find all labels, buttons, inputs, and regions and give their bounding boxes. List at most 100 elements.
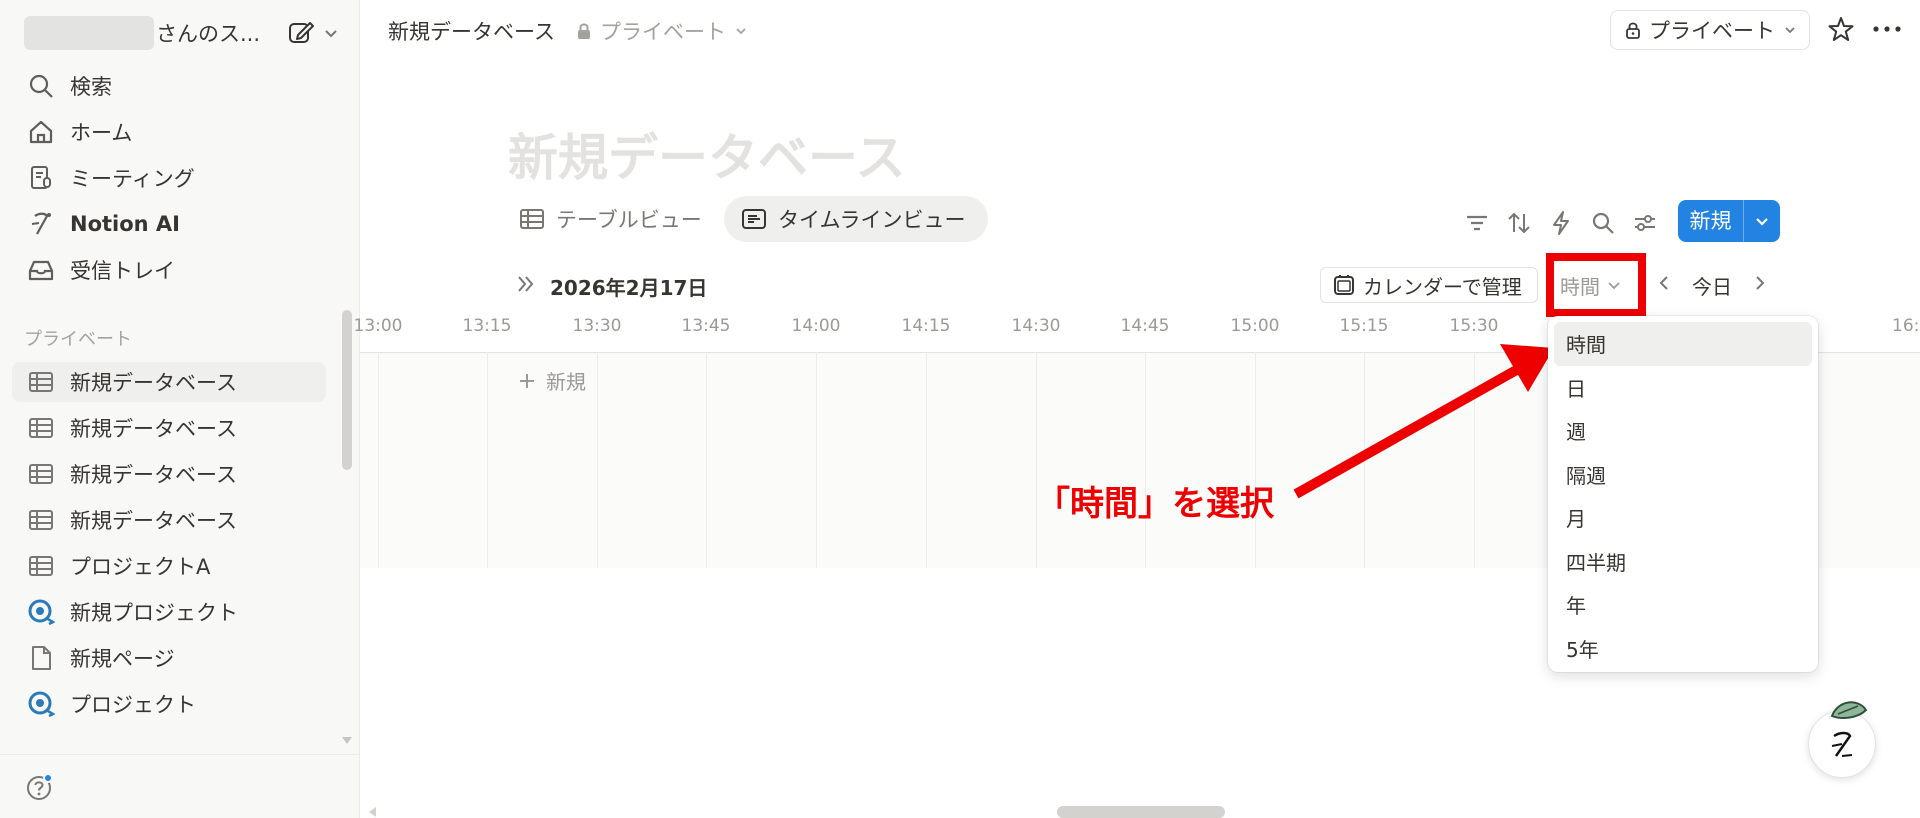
new-button-label: 新規 [1678, 200, 1744, 242]
more-options-icon[interactable] [1872, 16, 1902, 42]
grid-line [706, 352, 707, 568]
sidebar-footer [0, 754, 359, 818]
sort-icon[interactable] [1506, 210, 1532, 236]
scroll-left-icon[interactable] [366, 806, 378, 818]
tab-table-view[interactable]: テーブルビュー [502, 196, 720, 242]
breadcrumb-page-title[interactable]: 新規データベース [388, 16, 555, 46]
sidebar-item-label: ミーティング [70, 167, 195, 191]
zoom-option-biweekly[interactable]: 隔週 [1554, 453, 1812, 497]
breadcrumb-visibility[interactable]: プライベート [576, 16, 748, 46]
chevron-right-icon[interactable] [1752, 274, 1768, 292]
timeline-zoom-select[interactable]: 時間 [1546, 253, 1646, 317]
time-tick: 14:15 [901, 316, 951, 336]
zoom-dropdown-menu: 時間 日 週 隔週 月 四半期 年 5年 [1548, 316, 1818, 672]
chevron-left-icon[interactable] [1656, 274, 1672, 292]
page-icon [26, 643, 56, 673]
chevron-down-icon [736, 28, 746, 35]
zoom-option-day[interactable]: 日 [1554, 366, 1812, 410]
zoom-option-week[interactable]: 週 [1554, 409, 1812, 453]
horizontal-scrollbar[interactable] [1057, 806, 1225, 818]
zoom-option-year[interactable]: 年 [1554, 583, 1812, 627]
timeline-date: 2026年2月17日 [550, 276, 708, 300]
share-visibility-button[interactable]: プライベート [1610, 10, 1810, 50]
chevron-down-icon[interactable] [322, 24, 340, 42]
tab-timeline-view[interactable]: タイムラインビュー [724, 196, 988, 242]
new-page-icon[interactable] [286, 18, 316, 48]
zoom-option-month[interactable]: 月 [1554, 496, 1812, 540]
today-button[interactable]: 今日 [1692, 271, 1732, 300]
time-tick: 13:15 [462, 316, 512, 336]
time-tick: 13:30 [572, 316, 622, 336]
scroll-down-icon[interactable] [341, 736, 353, 746]
grid-line [487, 352, 488, 568]
add-new-item-button[interactable]: 新規 [518, 366, 586, 395]
sidebar-page-new-database-4[interactable]: 新規データベース [12, 500, 326, 540]
annotation-label: 「時間」を選択 [1036, 484, 1274, 524]
leaf-hat-icon [1830, 701, 1868, 719]
timeline-icon [742, 209, 766, 229]
grid-line [1036, 352, 1037, 568]
settings-sliders-icon[interactable] [1632, 210, 1658, 236]
sidebar-scrollbar[interactable] [342, 310, 352, 470]
sidebar-page-project[interactable]: プロジェクト [12, 684, 326, 724]
sidebar-page-new-project[interactable]: 新規プロジェクト [12, 592, 326, 632]
sidebar-item-search[interactable]: 検索 [12, 66, 326, 106]
grid-line [816, 352, 817, 568]
sidebar-page-new-database-3[interactable]: 新規データベース [12, 454, 326, 494]
double-chevron-right-icon[interactable] [514, 272, 538, 296]
tab-label: タイムラインビュー [778, 208, 966, 232]
zoom-option-5-years[interactable]: 5年 [1554, 627, 1812, 671]
sidebar-page-new-database-1[interactable]: 新規データベース [12, 362, 326, 402]
table-icon [26, 505, 56, 535]
table-icon [26, 413, 56, 443]
sidebar-item-inbox[interactable]: 受信トレイ [12, 250, 326, 290]
grid-line [378, 352, 379, 568]
add-new-label: 新規 [546, 370, 586, 394]
workspace-name: さんのス... [156, 22, 261, 46]
section-private-label: プライベート [24, 329, 132, 350]
search-icon [26, 71, 56, 101]
notion-ai-face-icon [1831, 731, 1853, 757]
zoom-option-hour[interactable]: 時間 [1554, 322, 1812, 366]
time-tick: 15:30 [1449, 316, 1499, 336]
grid-line [926, 352, 927, 568]
workspace-switcher[interactable]: さんのス... [24, 14, 344, 52]
zoom-selected-label: 時間 [1560, 274, 1600, 299]
sidebar-item-label: Notion AI [70, 212, 180, 236]
sidebar-item-meeting[interactable]: ミーティング [12, 158, 326, 198]
sidebar-page-project-a[interactable]: プロジェクトA [12, 546, 326, 586]
notification-dot [43, 773, 53, 783]
sidebar-page-label: 新規データベース [70, 509, 237, 533]
manage-in-calendar-button[interactable]: カレンダーで管理 [1320, 267, 1538, 303]
visibility-label: プライベート [600, 20, 726, 44]
lock-icon [578, 23, 590, 39]
table-icon [26, 459, 56, 489]
workspace-avatar-redacted [24, 16, 154, 50]
grid-line [1255, 352, 1256, 568]
zoom-option-quarter[interactable]: 四半期 [1554, 540, 1812, 584]
manage-in-calendar-label: カレンダーで管理 [1363, 274, 1522, 299]
sidebar-page-new-database-2[interactable]: 新規データベース [12, 408, 326, 448]
sidebar-page-label: 新規ページ [70, 647, 175, 671]
project-icon [26, 597, 56, 627]
filter-icon[interactable] [1464, 210, 1490, 236]
sidebar-page-label: プロジェクトA [70, 555, 211, 579]
new-record-button[interactable]: 新規 [1678, 200, 1780, 242]
sidebar-page-new-page[interactable]: 新規ページ [12, 638, 326, 678]
time-tick: 14:30 [1011, 316, 1061, 336]
grid-line [1474, 352, 1475, 568]
sidebar-item-notion-ai[interactable]: Notion AI [12, 204, 326, 244]
time-tick: 15:15 [1339, 316, 1389, 336]
sidebar-item-home[interactable]: ホーム [12, 112, 326, 152]
table-icon [26, 551, 56, 581]
page-title[interactable]: 新規データベース [508, 118, 906, 190]
sidebar-page-label: 新規データベース [70, 417, 237, 441]
sidebar-page-label: 新規データベース [70, 371, 237, 395]
sidebar: さんのス... 検索 ホーム ミーティング Notion AI 受信トレイ プラ… [0, 0, 360, 818]
automation-lightning-icon[interactable] [1548, 210, 1574, 236]
home-icon [26, 117, 56, 147]
search-icon[interactable] [1590, 210, 1616, 236]
favorite-star-icon[interactable] [1828, 16, 1854, 42]
chevron-down-icon[interactable] [1744, 213, 1780, 229]
plus-icon [520, 373, 534, 388]
